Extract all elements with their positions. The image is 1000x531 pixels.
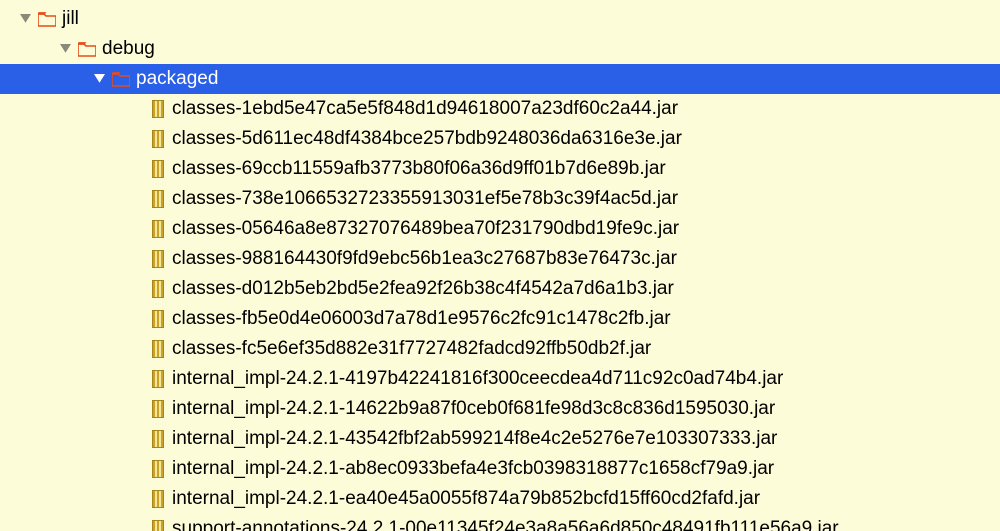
jar-file-icon: [152, 370, 164, 388]
tree-file-item[interactable]: classes-988164430f9fd9ebc56b1ea3c27687b8…: [0, 244, 1000, 274]
jar-file-icon: [152, 190, 164, 208]
file-list: classes-1ebd5e47ca5e5f848d1d94618007a23d…: [0, 94, 1000, 531]
tree-file-item[interactable]: internal_impl-24.2.1-ea40e45a0055f874a79…: [0, 484, 1000, 514]
tree-file-item[interactable]: internal_impl-24.2.1-43542fbf2ab599214f8…: [0, 424, 1000, 454]
jar-file-icon: [152, 160, 164, 178]
jar-file-icon: [152, 220, 164, 238]
folder-icon: [38, 12, 56, 27]
tree-file-item[interactable]: internal_impl-24.2.1-ab8ec0933befa4e3fcb…: [0, 454, 1000, 484]
file-label: internal_impl-24.2.1-14622b9a87f0ceb0f68…: [172, 394, 775, 424]
file-label: classes-1ebd5e47ca5e5f848d1d94618007a23d…: [172, 94, 678, 124]
jar-file-icon: [152, 250, 164, 268]
file-label: classes-738e1066532723355913031ef5e78b3c…: [172, 184, 678, 214]
tree-file-item[interactable]: classes-fb5e0d4e06003d7a78d1e9576c2fc91c…: [0, 304, 1000, 334]
folder-icon: [78, 42, 96, 57]
jar-file-icon: [152, 130, 164, 148]
jar-file-icon: [152, 310, 164, 328]
tree-file-item[interactable]: classes-fc5e6ef35d882e31f7727482fadcd92f…: [0, 334, 1000, 364]
file-tree: jill debug packaged classes-1ebd5e4: [0, 0, 1000, 531]
tree-file-item[interactable]: classes-1ebd5e47ca5e5f848d1d94618007a23d…: [0, 94, 1000, 124]
jar-file-icon: [152, 460, 164, 478]
tree-file-item[interactable]: classes-05646a8e87327076489bea70f231790d…: [0, 214, 1000, 244]
folder-label: debug: [102, 34, 155, 64]
file-label: classes-988164430f9fd9ebc56b1ea3c27687b8…: [172, 244, 677, 274]
file-label: classes-05646a8e87327076489bea70f231790d…: [172, 214, 679, 244]
file-label: classes-fc5e6ef35d882e31f7727482fadcd92f…: [172, 334, 651, 364]
disclosure-arrow-icon[interactable]: [58, 42, 72, 56]
jar-file-icon: [152, 400, 164, 418]
tree-file-item[interactable]: classes-738e1066532723355913031ef5e78b3c…: [0, 184, 1000, 214]
tree-file-item[interactable]: internal_impl-24.2.1-14622b9a87f0ceb0f68…: [0, 394, 1000, 424]
tree-folder-packaged[interactable]: packaged: [0, 64, 1000, 94]
folder-label: packaged: [136, 64, 218, 94]
jar-file-icon: [152, 430, 164, 448]
jar-file-icon: [152, 100, 164, 118]
tree-file-item[interactable]: support-annotations-24.2.1-00e11345f24e3…: [0, 514, 1000, 531]
folder-icon: [112, 72, 130, 87]
tree-file-item[interactable]: classes-5d611ec48df4384bce257bdb9248036d…: [0, 124, 1000, 154]
tree-folder-debug[interactable]: debug: [0, 34, 1000, 64]
file-label: internal_impl-24.2.1-43542fbf2ab599214f8…: [172, 424, 777, 454]
tree-file-item[interactable]: classes-69ccb11559afb3773b80f06a36d9ff01…: [0, 154, 1000, 184]
file-label: internal_impl-24.2.1-4197b42241816f300ce…: [172, 364, 783, 394]
file-label: classes-d012b5eb2bd5e2fea92f26b38c4f4542…: [172, 274, 674, 304]
file-label: support-annotations-24.2.1-00e11345f24e3…: [172, 514, 839, 531]
file-label: internal_impl-24.2.1-ab8ec0933befa4e3fcb…: [172, 454, 774, 484]
file-label: internal_impl-24.2.1-ea40e45a0055f874a79…: [172, 484, 760, 514]
jar-file-icon: [152, 340, 164, 358]
tree-file-item[interactable]: classes-d012b5eb2bd5e2fea92f26b38c4f4542…: [0, 274, 1000, 304]
disclosure-arrow-icon[interactable]: [92, 72, 106, 86]
tree-folder-jill[interactable]: jill: [0, 4, 1000, 34]
file-label: classes-fb5e0d4e06003d7a78d1e9576c2fc91c…: [172, 304, 671, 334]
file-label: classes-69ccb11559afb3773b80f06a36d9ff01…: [172, 154, 666, 184]
jar-file-icon: [152, 490, 164, 508]
file-label: classes-5d611ec48df4384bce257bdb9248036d…: [172, 124, 682, 154]
disclosure-arrow-icon[interactable]: [18, 12, 32, 26]
tree-file-item[interactable]: internal_impl-24.2.1-4197b42241816f300ce…: [0, 364, 1000, 394]
folder-label: jill: [62, 4, 79, 34]
jar-file-icon: [152, 280, 164, 298]
jar-file-icon: [152, 520, 164, 531]
